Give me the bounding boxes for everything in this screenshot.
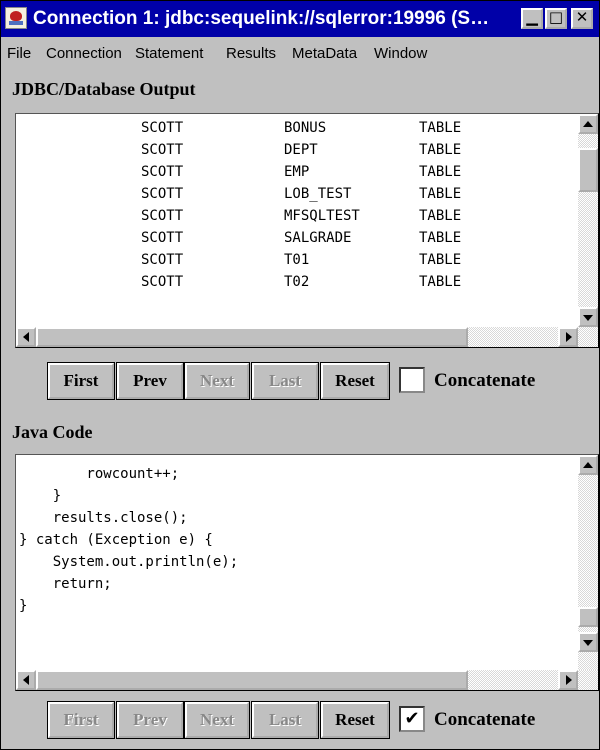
scroll-left-icon[interactable] xyxy=(16,670,36,690)
scroll-right-icon[interactable] xyxy=(558,670,578,690)
code-navigation-bar: First Prev Next Last Reset ✔ Concatenate xyxy=(1,701,599,742)
code-first-button[interactable]: First xyxy=(47,701,115,739)
menu-results[interactable]: Results xyxy=(226,45,276,62)
output-reset-button[interactable]: Reset xyxy=(320,362,390,400)
menu-metadata[interactable]: MetaData xyxy=(292,45,357,62)
output-vscroll-thumb[interactable] xyxy=(578,148,598,192)
output-prev-button[interactable]: Prev xyxy=(116,362,184,400)
menu-bar: File Connection Statement Results MetaDa… xyxy=(1,37,599,67)
minimize-button[interactable]: ▁ xyxy=(521,8,543,29)
scroll-left-icon[interactable] xyxy=(16,327,36,347)
code-horizontal-scrollbar[interactable] xyxy=(16,670,578,690)
code-line: results.close(); xyxy=(19,510,188,526)
menu-window[interactable]: Window xyxy=(374,45,427,62)
maximize-button[interactable]: □ xyxy=(545,8,567,29)
menu-file[interactable]: File xyxy=(7,45,31,62)
result-table-type: TABLE xyxy=(419,142,462,158)
result-table-type: TABLE xyxy=(419,252,462,268)
scroll-down-icon[interactable] xyxy=(578,307,598,327)
code-line: } xyxy=(19,598,28,614)
menu-statement[interactable]: Statement xyxy=(135,45,203,62)
output-hscroll-thumb[interactable] xyxy=(36,327,468,347)
result-table-name: T01 xyxy=(284,252,310,268)
output-panel: SCOTT BONUS TABLE SCOTT DEPT TABLE SCOTT… xyxy=(15,113,599,348)
result-schema: SCOTT xyxy=(141,208,184,224)
java-code-editor[interactable]: rowcount++; } results.close(); } catch (… xyxy=(16,455,578,670)
code-line: System.out.println(e); xyxy=(19,554,239,570)
result-schema: SCOTT xyxy=(141,164,184,180)
scroll-down-icon[interactable] xyxy=(578,632,598,652)
result-schema: SCOTT xyxy=(141,252,184,268)
scroll-up-icon[interactable] xyxy=(578,114,598,134)
result-table-type: TABLE xyxy=(419,230,462,246)
result-table-name: DEPT xyxy=(284,142,318,158)
code-vscroll-thumb[interactable] xyxy=(578,607,598,627)
title-bar[interactable]: Connection 1: jdbc:sequelink://sqlerror:… xyxy=(1,1,599,37)
result-table-type: TABLE xyxy=(419,164,462,180)
code-prev-button[interactable]: Prev xyxy=(116,701,184,739)
code-concatenate-checkbox[interactable]: ✔ xyxy=(399,706,425,732)
result-table-name: LOB_TEST xyxy=(284,186,352,202)
connection-window: Connection 1: jdbc:sequelink://sqlerror:… xyxy=(0,0,600,750)
code-section-label: Java Code xyxy=(12,422,93,442)
output-results-list[interactable]: SCOTT BONUS TABLE SCOTT DEPT TABLE SCOTT… xyxy=(16,114,578,327)
result-schema: SCOTT xyxy=(141,120,184,136)
result-table-type: TABLE xyxy=(419,274,462,290)
code-line: rowcount++; xyxy=(19,466,180,482)
result-table-type: TABLE xyxy=(419,120,462,136)
output-section-label: JDBC/Database Output xyxy=(12,79,196,99)
scroll-right-icon[interactable] xyxy=(558,327,578,347)
code-hscroll-thumb[interactable] xyxy=(36,670,468,690)
code-next-button[interactable]: Next xyxy=(184,701,250,739)
output-horizontal-scrollbar[interactable] xyxy=(16,327,578,347)
scroll-up-icon[interactable] xyxy=(578,455,598,475)
result-table-type: TABLE xyxy=(419,208,462,224)
result-table-type: TABLE xyxy=(419,186,462,202)
result-schema: SCOTT xyxy=(141,274,184,290)
output-next-button[interactable]: Next xyxy=(184,362,250,400)
output-last-button[interactable]: Last xyxy=(251,362,319,400)
result-schema: SCOTT xyxy=(141,186,184,202)
output-concatenate-checkbox[interactable] xyxy=(399,367,425,393)
result-table-name: EMP xyxy=(284,164,310,180)
java-cup-icon xyxy=(5,7,27,29)
code-concatenate-label: Concatenate xyxy=(434,709,536,730)
window-title: Connection 1: jdbc:sequelink://sqlerror:… xyxy=(33,8,490,29)
result-table-name: T02 xyxy=(284,274,310,290)
code-last-button[interactable]: Last xyxy=(251,701,319,739)
code-line: return; xyxy=(19,576,112,592)
result-table-name: SALGRADE xyxy=(284,230,352,246)
output-vertical-scrollbar[interactable] xyxy=(578,114,598,327)
menu-connection[interactable]: Connection xyxy=(46,45,122,62)
close-button[interactable]: ✕ xyxy=(571,8,593,29)
code-panel: rowcount++; } results.close(); } catch (… xyxy=(15,454,599,691)
code-line: } xyxy=(19,488,62,504)
result-table-name: MFSQLTEST xyxy=(284,208,360,224)
scroll-corner xyxy=(578,327,598,347)
result-table-name: BONUS xyxy=(284,120,327,136)
result-schema: SCOTT xyxy=(141,142,184,158)
output-concatenate-label: Concatenate xyxy=(434,370,536,391)
output-navigation-bar: First Prev Next Last Reset Concatenate xyxy=(1,362,599,403)
scroll-corner xyxy=(578,670,598,690)
result-schema: SCOTT xyxy=(141,230,184,246)
code-vertical-scrollbar[interactable] xyxy=(578,455,598,670)
code-line: } catch (Exception e) { xyxy=(19,532,213,548)
code-reset-button[interactable]: Reset xyxy=(320,701,390,739)
output-first-button[interactable]: First xyxy=(47,362,115,400)
